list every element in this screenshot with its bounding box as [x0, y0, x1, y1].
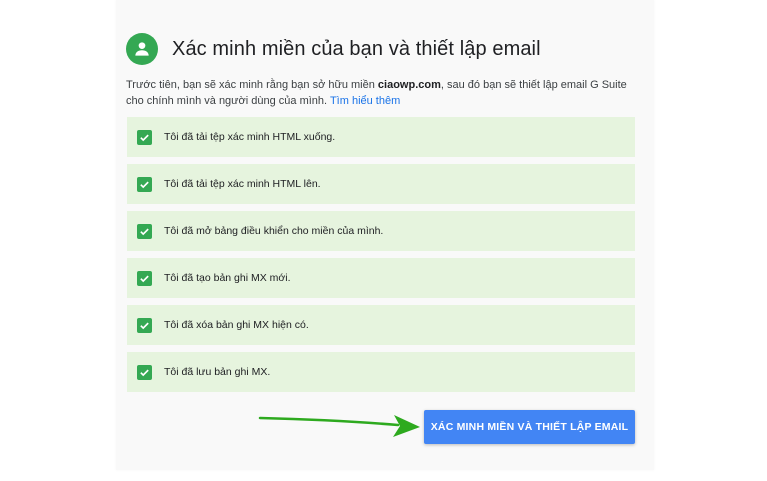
step-label: Tôi đã tạo bản ghi MX mới. — [164, 272, 291, 284]
domain-name: ciaowp.com — [377, 79, 441, 91]
step-label: Tôi đã mở bảng điều khiển cho miền của m… — [164, 225, 384, 237]
step-label: Tôi đã lưu bản ghi MX. — [164, 366, 271, 378]
step-item[interactable]: Tôi đã xóa bản ghi MX hiện có. — [127, 305, 635, 345]
checkbox-checked-icon[interactable] — [137, 223, 152, 239]
checkbox-checked-icon[interactable] — [137, 176, 152, 192]
page-header: Xác minh miền của bạn và thiết lập email — [126, 33, 541, 65]
verify-and-setup-email-button[interactable]: XÁC MINH MIỀN VÀ THIẾT LẬP EMAIL — [424, 410, 635, 444]
step-item[interactable]: Tôi đã tải tệp xác minh HTML lên. — [127, 164, 635, 204]
arrow-right-icon — [258, 415, 420, 437]
verification-steps-list: Tôi đã tải tệp xác minh HTML xuống. Tôi … — [127, 117, 635, 399]
checkbox-checked-icon[interactable] — [137, 270, 152, 286]
checkbox-checked-icon[interactable] — [137, 364, 152, 380]
step-label: Tôi đã tải tệp xác minh HTML xuống. — [164, 131, 336, 143]
setup-page: Xác minh miền của bạn và thiết lập email… — [0, 0, 767, 481]
step-item[interactable]: Tôi đã mở bảng điều khiển cho miền của m… — [127, 211, 635, 251]
step-item[interactable]: Tôi đã tải tệp xác minh HTML xuống. — [127, 117, 635, 157]
learn-more-link[interactable]: Tìm hiểu thêm — [330, 95, 400, 107]
user-avatar-icon — [126, 33, 158, 65]
checkbox-checked-icon[interactable] — [137, 129, 152, 145]
intro-text: Trước tiên, bạn sẽ xác minh rằng bạn sở … — [126, 77, 634, 109]
intro-text-before: Trước tiên, bạn sẽ xác minh rằng bạn sở … — [126, 79, 378, 91]
step-item[interactable]: Tôi đã tạo bản ghi MX mới. — [127, 258, 635, 298]
checkbox-checked-icon[interactable] — [137, 317, 152, 333]
step-label: Tôi đã xóa bản ghi MX hiện có. — [164, 319, 309, 331]
step-label: Tôi đã tải tệp xác minh HTML lên. — [164, 178, 321, 190]
step-item[interactable]: Tôi đã lưu bản ghi MX. — [127, 352, 635, 392]
page-title: Xác minh miền của bạn và thiết lập email — [172, 37, 541, 60]
